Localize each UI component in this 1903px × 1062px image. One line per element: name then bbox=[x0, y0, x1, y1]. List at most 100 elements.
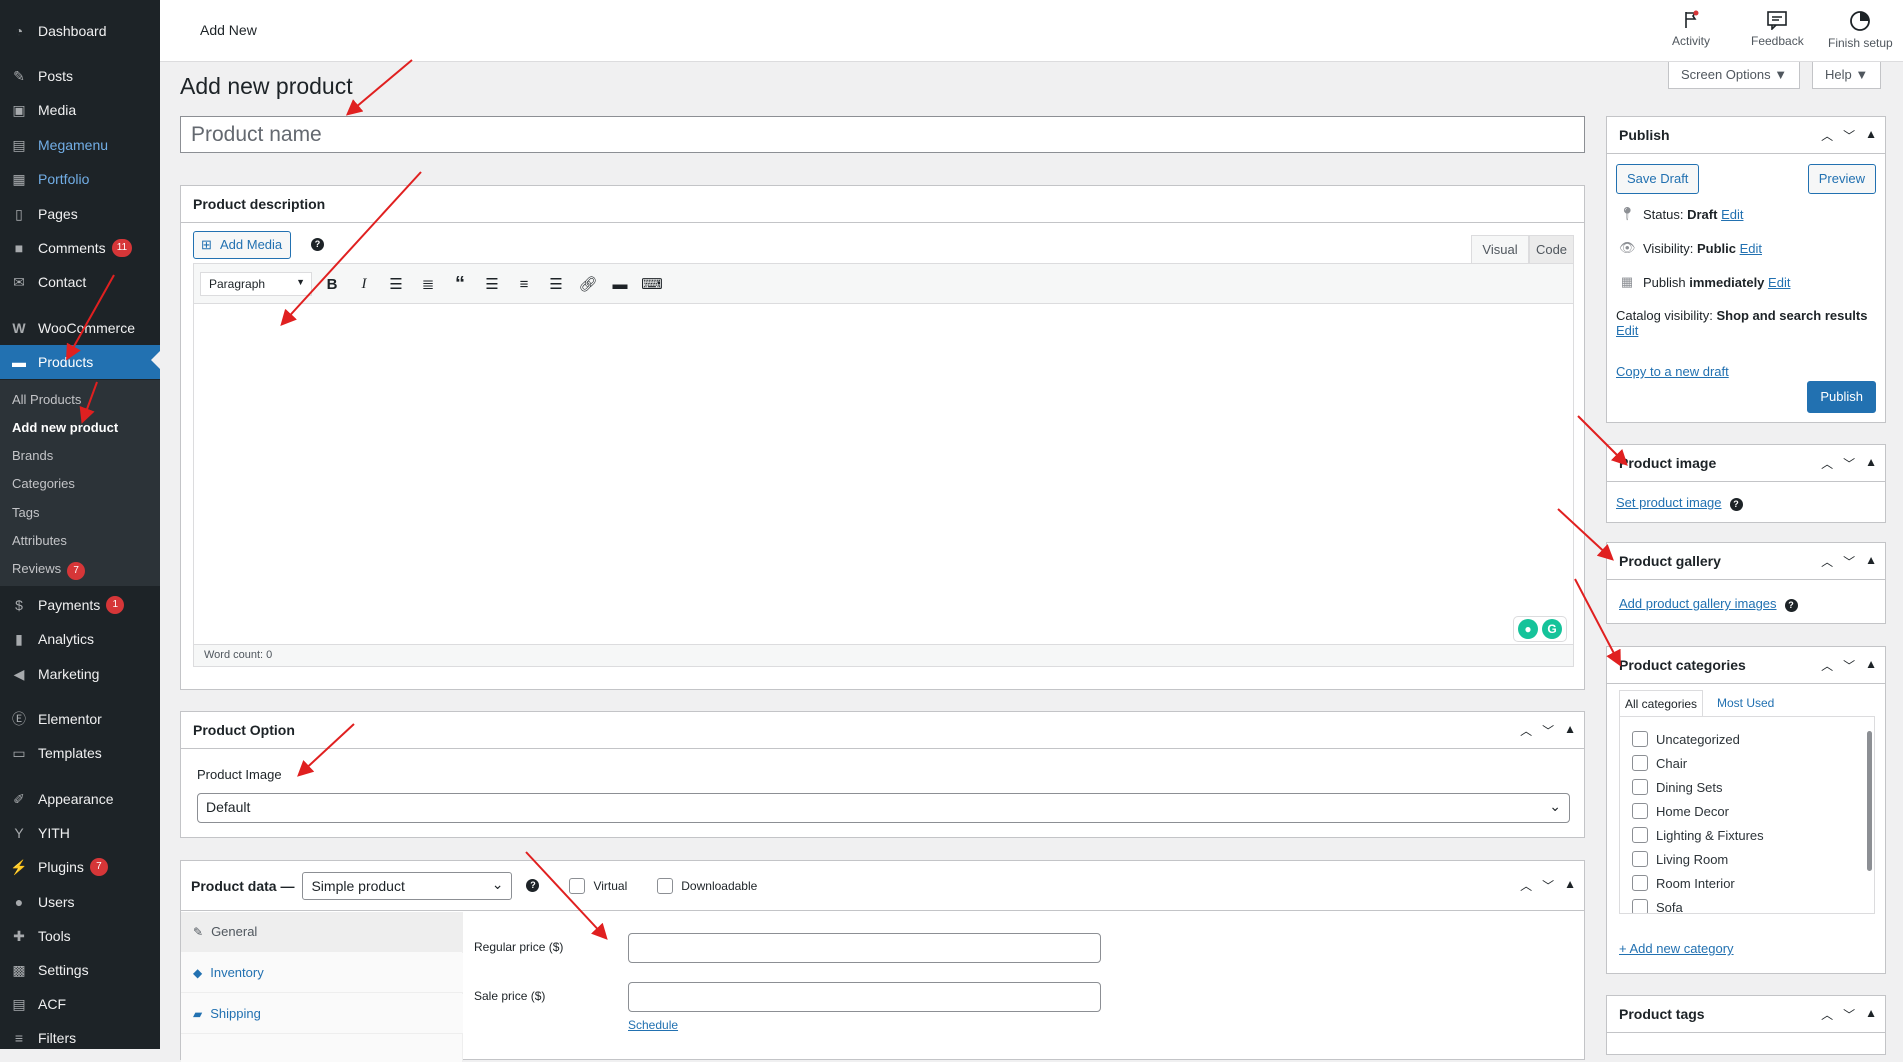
product-image-select[interactable]: Default ⌄ bbox=[197, 793, 1570, 823]
help-icon[interactable]: ? bbox=[1784, 599, 1798, 612]
toggle-panel-icon[interactable]: ▲ bbox=[1865, 553, 1877, 570]
tab-most-used[interactable]: Most Used bbox=[1717, 696, 1774, 710]
chevron-up-icon[interactable]: ︿ bbox=[1821, 1006, 1833, 1023]
menu-portfolio[interactable]: ▦ Portfolio bbox=[0, 162, 160, 196]
schedule-link[interactable]: Schedule bbox=[628, 1018, 678, 1032]
chevron-down-icon[interactable]: ﹀ bbox=[1843, 455, 1855, 472]
category-item[interactable]: Sofa bbox=[1632, 899, 1683, 913]
toggle-panel-icon[interactable]: ▲ bbox=[1564, 722, 1576, 739]
tab-general[interactable]: ✎ General bbox=[181, 912, 463, 952]
help-icon[interactable]: ? bbox=[311, 238, 324, 251]
schedule-edit-link[interactable]: Edit bbox=[1768, 275, 1790, 290]
link-icon[interactable]: 🔗︎ bbox=[572, 269, 604, 299]
submenu-tags[interactable]: Tags bbox=[12, 505, 39, 520]
chevron-up-icon[interactable]: ︿ bbox=[1821, 553, 1833, 570]
editor-content-area[interactable] bbox=[194, 304, 1573, 646]
add-gallery-images-link[interactable]: Add product gallery images bbox=[1619, 596, 1777, 611]
chevron-up-icon[interactable]: ︿ bbox=[1520, 877, 1532, 894]
chevron-up-icon[interactable]: ︿ bbox=[1821, 657, 1833, 674]
chevron-up-icon[interactable]: ︿ bbox=[1520, 722, 1532, 739]
tab-shipping[interactable]: ▰ Shipping bbox=[181, 994, 463, 1034]
menu-yith[interactable]: Y YITH bbox=[0, 816, 160, 850]
publish-button[interactable]: Publish bbox=[1807, 381, 1876, 413]
category-item[interactable]: Dining Sets bbox=[1632, 779, 1722, 795]
menu-media[interactable]: ▣ Media bbox=[0, 93, 160, 127]
virtual-checkbox[interactable]: Virtual bbox=[569, 877, 627, 894]
chevron-down-icon[interactable]: ﹀ bbox=[1843, 127, 1855, 144]
help-icon[interactable]: ? bbox=[526, 879, 540, 892]
submenu-reviews[interactable]: Reviews 7 bbox=[12, 561, 86, 580]
feedback-button[interactable]: Feedback bbox=[1751, 10, 1804, 48]
add-new-category-link[interactable]: + Add new category bbox=[1619, 941, 1734, 956]
product-type-select[interactable]: Simple product ⌄ bbox=[302, 871, 513, 900]
align-left-icon[interactable]: ☰ bbox=[476, 269, 508, 299]
menu-marketing[interactable]: ◀ Marketing bbox=[0, 657, 160, 691]
menu-payments[interactable]: $ Payments 1 bbox=[0, 588, 160, 622]
downloadable-checkbox[interactable]: Downloadable bbox=[657, 877, 757, 894]
blockquote-icon[interactable]: “ bbox=[444, 269, 476, 299]
grammarly-widget[interactable]: ● G bbox=[1513, 616, 1567, 642]
help-icon[interactable]: ? bbox=[1729, 498, 1743, 511]
tab-visual[interactable]: Visual bbox=[1471, 235, 1529, 263]
checkbox[interactable] bbox=[1632, 803, 1648, 819]
toggle-panel-icon[interactable]: ▲ bbox=[1865, 657, 1877, 674]
submenu-add-new-product[interactable]: Add new product bbox=[12, 420, 118, 435]
menu-users[interactable]: ● Users bbox=[0, 885, 160, 919]
scrollbar[interactable] bbox=[1867, 731, 1872, 871]
chevron-down-icon[interactable]: ﹀ bbox=[1542, 877, 1554, 894]
align-center-icon[interactable]: ≡ bbox=[508, 269, 540, 299]
tab-all-categories[interactable]: All categories bbox=[1619, 690, 1704, 716]
screen-options-button[interactable]: Screen Options ▼ bbox=[1668, 62, 1801, 89]
menu-dashboard[interactable]: ◔ Dashboard bbox=[0, 14, 160, 48]
menu-contact[interactable]: ✉ Contact bbox=[0, 265, 160, 299]
toggle-panel-icon[interactable]: ▲ bbox=[1865, 455, 1877, 472]
add-media-button[interactable]: ⊞ Add Media bbox=[193, 231, 292, 259]
chevron-up-icon[interactable]: ︿ bbox=[1821, 455, 1833, 472]
toggle-panel-icon[interactable]: ▲ bbox=[1865, 1006, 1877, 1023]
checkbox[interactable] bbox=[657, 877, 674, 894]
submenu-categories[interactable]: Categories bbox=[12, 476, 75, 491]
read-more-icon[interactable]: ▬ bbox=[604, 269, 636, 299]
status-edit-link[interactable]: Edit bbox=[1721, 207, 1743, 222]
category-item[interactable]: Chair bbox=[1632, 755, 1687, 771]
menu-megamenu[interactable]: ▤ Megamenu bbox=[0, 128, 160, 162]
catalog-edit-link[interactable]: Edit bbox=[1616, 323, 1638, 338]
copy-draft-link[interactable]: Copy to a new draft bbox=[1616, 364, 1729, 379]
checkbox[interactable] bbox=[569, 877, 586, 894]
category-item[interactable]: Uncategorized bbox=[1632, 731, 1740, 747]
save-draft-button[interactable]: Save Draft bbox=[1616, 164, 1700, 194]
toggle-panel-icon[interactable]: ▲ bbox=[1865, 127, 1877, 144]
menu-pages[interactable]: ▯ Pages bbox=[0, 197, 160, 231]
tab-inventory[interactable]: ◆ Inventory bbox=[181, 953, 463, 993]
chevron-down-icon[interactable]: ﹀ bbox=[1542, 722, 1554, 739]
menu-comments[interactable]: ■ Comments 11 bbox=[0, 231, 160, 265]
preview-button[interactable]: Preview bbox=[1807, 164, 1876, 194]
toggle-panel-icon[interactable]: ▲ bbox=[1564, 877, 1576, 894]
menu-woocommerce[interactable]: W WooCommerce bbox=[0, 311, 160, 345]
tab-code[interactable]: Code bbox=[1529, 235, 1574, 263]
menu-analytics[interactable]: ▮ Analytics bbox=[0, 622, 160, 656]
checkbox[interactable] bbox=[1632, 827, 1648, 843]
menu-plugins[interactable]: ⚡ Plugins 7 bbox=[0, 850, 160, 884]
category-item[interactable]: Lighting & Fixtures bbox=[1632, 827, 1764, 843]
numbered-list-icon[interactable]: ≣ bbox=[412, 269, 444, 299]
italic-icon[interactable]: I bbox=[348, 269, 380, 299]
submenu-attributes[interactable]: Attributes bbox=[12, 533, 67, 548]
chevron-up-icon[interactable]: ︿ bbox=[1821, 127, 1833, 144]
chevron-down-icon[interactable]: ﹀ bbox=[1843, 553, 1855, 570]
sale-price-input[interactable] bbox=[628, 982, 1101, 1012]
checkbox[interactable] bbox=[1632, 899, 1648, 913]
toolbar-toggle-icon[interactable]: ⌨︎ bbox=[636, 269, 668, 299]
checkbox[interactable] bbox=[1632, 779, 1648, 795]
menu-products[interactable]: ▬ Products bbox=[0, 345, 160, 379]
set-product-image-link[interactable]: Set product image bbox=[1616, 495, 1722, 510]
category-checklist[interactable]: Uncategorized Chair Dining Sets Home Dec… bbox=[1619, 716, 1875, 914]
regular-price-input[interactable] bbox=[628, 933, 1101, 963]
submenu-all-products[interactable]: All Products bbox=[12, 392, 81, 407]
align-right-icon[interactable]: ☰ bbox=[540, 269, 572, 299]
format-select[interactable]: Paragraph ▼ bbox=[200, 272, 312, 296]
visibility-edit-link[interactable]: Edit bbox=[1740, 241, 1762, 256]
chevron-down-icon[interactable]: ﹀ bbox=[1843, 1006, 1855, 1023]
menu-tools[interactable]: ✚ Tools bbox=[0, 919, 160, 953]
menu-templates[interactable]: ▭ Templates bbox=[0, 736, 160, 770]
